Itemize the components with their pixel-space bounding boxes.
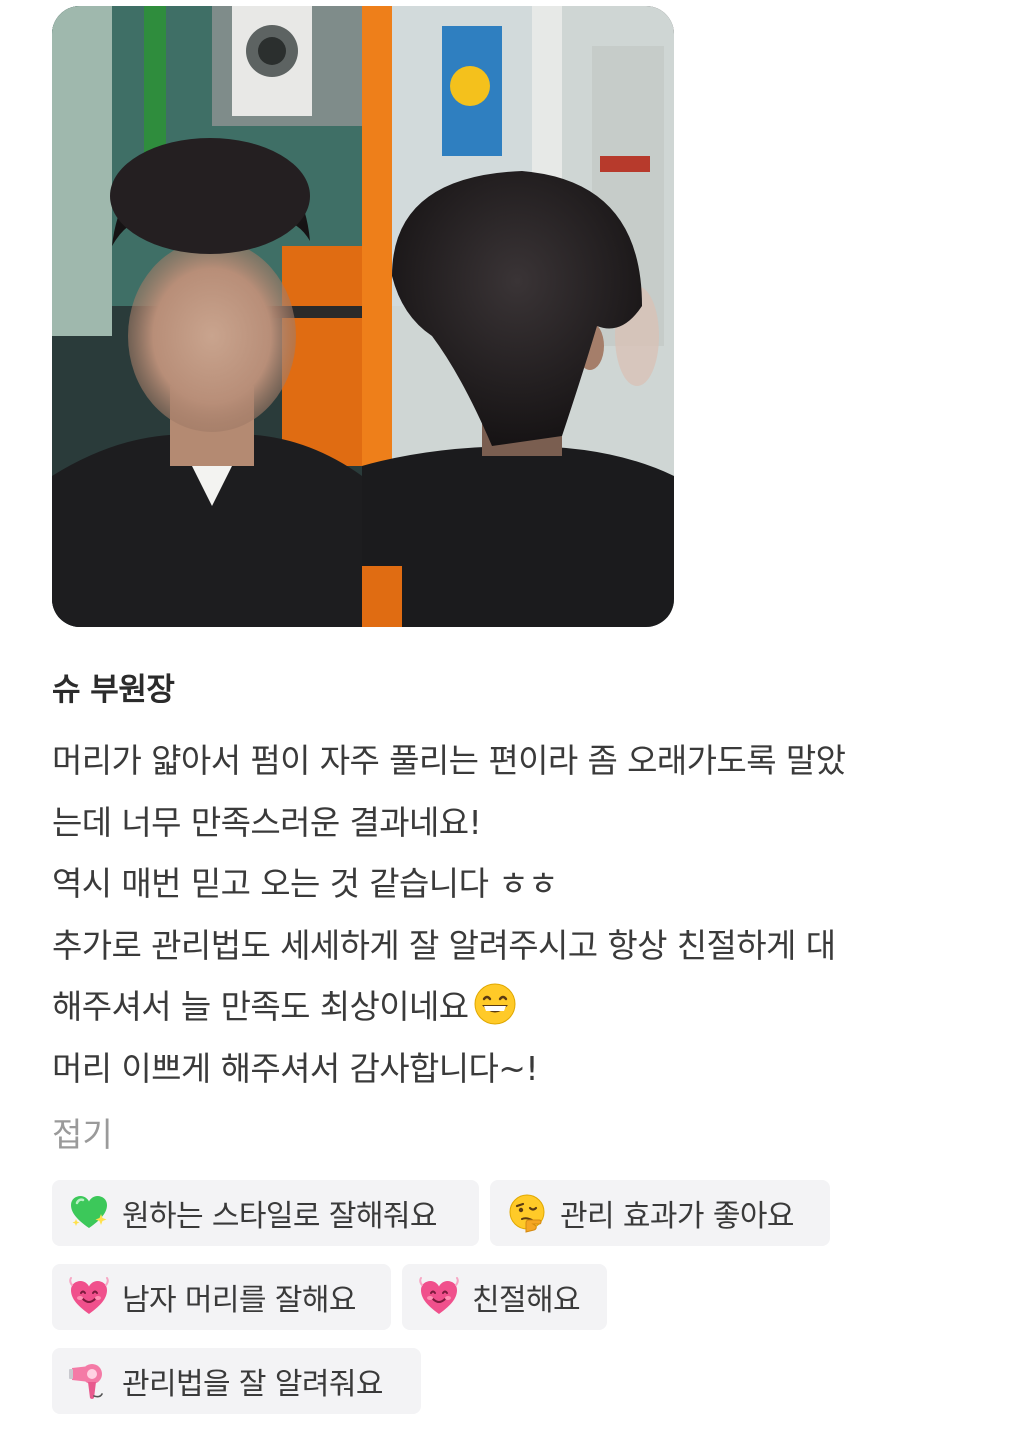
- keyword-chip: 관리법을 잘 알려줘요: [52, 1348, 421, 1414]
- smiling-heart-icon: [418, 1276, 460, 1318]
- review-line: 머리가 얇아서 펌이 자주 풀리는 편이라 좀 오래가도록 말았: [52, 741, 846, 780]
- keyword-chip-label: 친절해요: [472, 1283, 581, 1318]
- grinning-face-icon: [474, 983, 516, 1025]
- hair-dryer-icon: [68, 1360, 110, 1402]
- thinking-face-icon: [506, 1192, 548, 1234]
- review-line-with-emoji: 해주셔서 늘 만족도 최상이네요: [52, 976, 952, 1038]
- review-line-text: 해주셔서 늘 만족도 최상이네요: [52, 987, 469, 1026]
- keyword-chip: 친절해요: [402, 1264, 607, 1330]
- review-body: 머리가 얇아서 펌이 자주 풀리는 편이라 좀 오래가도록 말았 는데 너무 만…: [52, 730, 952, 1099]
- review-page: 슈 부원장 머리가 얇아서 펌이 자주 풀리는 편이라 좀 오래가도록 말았 는…: [0, 0, 1012, 1440]
- keyword-chip-label: 관리 효과가 좋아요: [560, 1199, 794, 1234]
- keyword-chip-label: 관리법을 잘 알려줘요: [122, 1367, 383, 1402]
- review-photo[interactable]: [52, 6, 674, 627]
- keyword-chip: 관리 효과가 좋아요: [490, 1180, 830, 1246]
- green-sparkle-heart-icon: [68, 1192, 110, 1234]
- review-line: 는데 너무 만족스러운 결과네요!: [52, 802, 482, 842]
- keyword-chip: 남자 머리를 잘해요: [52, 1264, 391, 1330]
- keyword-chip-label: 남자 머리를 잘해요: [122, 1283, 356, 1318]
- keyword-chip-label: 원하는 스타일로 잘해줘요: [122, 1199, 437, 1234]
- review-line: 역시 매번 믿고 오는 것 같습니다 ㅎㅎ: [52, 864, 558, 903]
- smiling-heart-icon: [68, 1276, 110, 1318]
- review-photo-image: [52, 6, 674, 627]
- review-line: 추가로 관리법도 세세하게 잘 알려주시고 항상 친절하게 대: [52, 925, 836, 965]
- fold-button[interactable]: 접기: [52, 1108, 113, 1156]
- reviewer-name: 슈 부원장: [52, 672, 175, 708]
- review-line: 머리 이쁘게 해주셔서 감사합니다~!: [52, 1048, 539, 1088]
- keyword-chip: 원하는 스타일로 잘해줘요: [52, 1180, 479, 1246]
